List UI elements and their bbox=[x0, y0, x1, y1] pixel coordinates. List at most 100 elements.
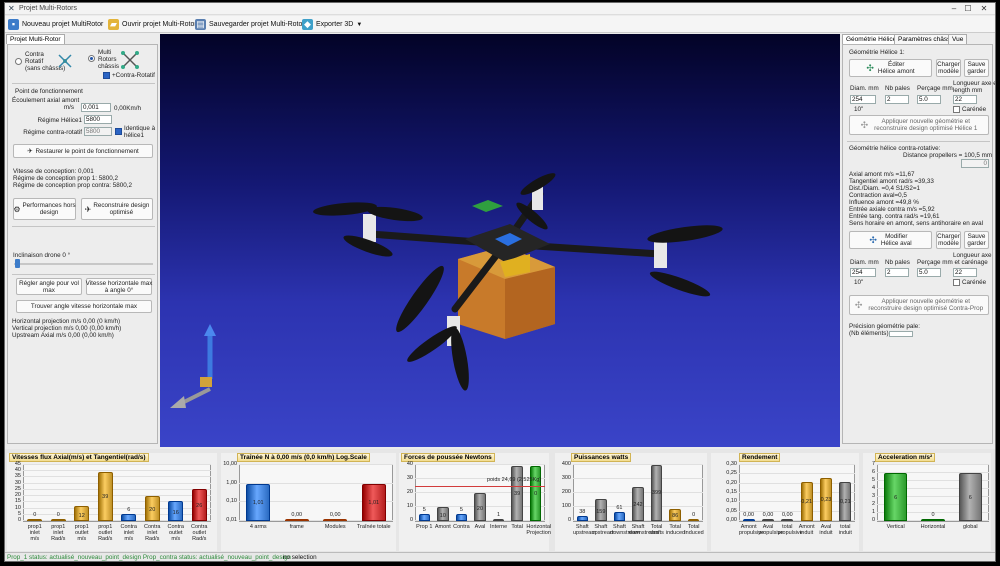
contra-rotatif-checkbox[interactable] bbox=[103, 72, 110, 79]
bar-value-label: 5 bbox=[422, 507, 426, 513]
editer-helice-amont-button[interactable]: ✣ Éditer Hélice amont bbox=[849, 59, 932, 77]
info-line: Dist./Diam. =0,4 S1/S2=1 bbox=[849, 185, 921, 192]
nb-pales-label: Nb pales bbox=[885, 85, 910, 92]
trouver-angle-button[interactable]: Trouver angle vitesse horizontale max bbox=[16, 300, 152, 313]
open-project-button[interactable]: ▰ Ouvrir projet Multi-Rotors bbox=[108, 18, 200, 31]
modifier-helice-aval-button[interactable]: ✣ Modifier Hélice aval bbox=[849, 231, 932, 249]
regime-contra-input[interactable]: 5800 bbox=[84, 127, 112, 136]
radio-contra-rotatif[interactable] bbox=[15, 58, 22, 65]
x-tick-label: prop1 outlet Rad/s bbox=[98, 524, 113, 542]
contra-rotatif-check-label: +Contra-Rotatif bbox=[112, 72, 155, 79]
appliquer-geometrie-helice1-button[interactable]: ✣ Appliquer nouvelle géométrie et recons… bbox=[849, 115, 989, 135]
tab-projet-multirotor[interactable]: Projet Multi-Rotor bbox=[6, 34, 65, 44]
y-tick-label: 0,00 bbox=[726, 517, 737, 523]
vitesse-horizontale-button[interactable]: Vitesse horizontale max à angle 0° bbox=[86, 278, 152, 295]
carenee-checkbox[interactable] bbox=[953, 106, 960, 113]
chart-bar bbox=[455, 514, 468, 521]
status-bar: Prop_1 status: actualisé_nouveau_point_d… bbox=[5, 552, 995, 561]
folder-icon: ▰ bbox=[108, 19, 119, 30]
chart-annotation: poids 24,69 (2,525Kg) bbox=[487, 477, 542, 483]
charger-modele-button[interactable]: Charger modèle bbox=[936, 59, 961, 77]
chart-bar bbox=[921, 519, 945, 521]
nb-pales-input[interactable]: 2 bbox=[885, 95, 909, 104]
diam2-input[interactable]: 254 bbox=[850, 268, 876, 277]
tab-vue[interactable]: Vue bbox=[948, 34, 968, 44]
geometrie-helice1-title: Géométrie Hélice 1: bbox=[849, 49, 905, 56]
regime-conception-contra: Régime de conception prop contra: 5800,2 bbox=[13, 182, 133, 189]
prop-right-lower bbox=[649, 271, 711, 297]
charger-modele-2-button[interactable]: Charger modèle bbox=[936, 231, 961, 249]
x-tick-label: Contra inlet Rad/s bbox=[143, 524, 161, 542]
y-tick-label: 0,25 bbox=[726, 470, 737, 477]
distance-input[interactable]: 0 bbox=[961, 159, 989, 168]
inclinaison-slider-track[interactable] bbox=[14, 263, 153, 265]
restore-point-button[interactable]: ✈ Restaurer le point de fonctionnement bbox=[13, 144, 153, 158]
precision-select[interactable] bbox=[889, 331, 913, 337]
nb-pales2-input[interactable]: 2 bbox=[885, 268, 909, 277]
minimize-button[interactable]: – bbox=[947, 4, 961, 13]
x-tick-label: prop1 inlet m/s bbox=[27, 524, 42, 542]
chart-forces: Forces de poussée Newtons 40 30 20 10 0 5 Prop… bbox=[399, 453, 551, 551]
save-project-button[interactable]: ▤ Sauvegarder projet Multi-Rotors bbox=[195, 18, 308, 31]
origin-marker bbox=[200, 377, 212, 387]
y-tick-label: 7 bbox=[871, 461, 875, 467]
ecoulement-input[interactable]: 0,001 bbox=[81, 103, 111, 112]
carenee2-checkbox[interactable] bbox=[953, 279, 960, 286]
new-project-button[interactable]: ▪ Nouveau projet MultiRotor bbox=[8, 18, 103, 31]
propeller-apply-icon: ✣ bbox=[854, 299, 863, 310]
x-tick-label: Shaft downstream bbox=[610, 524, 641, 536]
reconstruire-design-button[interactable]: ✈ Reconstruire design optimisé bbox=[81, 198, 153, 220]
chart-bar bbox=[576, 515, 589, 521]
close-button[interactable]: ✕ bbox=[977, 4, 991, 13]
x-tick-label: total induit bbox=[838, 524, 852, 536]
y-tick-label: 100 bbox=[561, 503, 571, 509]
diam-inch: 10" bbox=[854, 106, 864, 113]
x-tick-label: Amont propulsive bbox=[739, 524, 765, 536]
regler-angle-button[interactable]: Régler angle pour vol max bbox=[16, 278, 82, 295]
x-axis-arrow bbox=[170, 396, 186, 408]
longueur2-input[interactable]: 22 bbox=[953, 268, 977, 277]
performances-hors-design-button[interactable]: ⚙ Performances hors design bbox=[13, 198, 76, 220]
gridline bbox=[239, 464, 393, 465]
chart-bar bbox=[121, 513, 137, 521]
x-tick-label: Interne bbox=[490, 524, 508, 530]
percage-input[interactable]: 5.0 bbox=[917, 95, 941, 104]
identique-checkbox[interactable] bbox=[115, 128, 122, 135]
inclinaison-label: Inclinaison drone 0 ° bbox=[13, 252, 71, 259]
bar-value-label: 0,00 bbox=[291, 512, 303, 518]
x-tick-label: prop1 inlet Rad/s bbox=[51, 524, 66, 542]
appliquer-geometrie-contra-button[interactable]: ✣ Appliquer nouvelle géométrie et recons… bbox=[849, 295, 989, 315]
x-tick-label: prop1 outlet m/s bbox=[74, 524, 89, 542]
y-tick-label: 1 bbox=[871, 509, 875, 515]
x-tick-label: Contra outlet m/s bbox=[167, 524, 184, 542]
y-tick-label: 2 bbox=[871, 501, 875, 507]
prop-right-blade bbox=[647, 225, 723, 243]
regime-helice1-input[interactable]: 5800 bbox=[84, 115, 112, 124]
bar-value-label: 0 bbox=[692, 512, 696, 518]
bar-value-label: 242 bbox=[633, 502, 643, 509]
longueur-input[interactable]: 22 bbox=[953, 95, 977, 104]
y-tick-label: 20 bbox=[14, 492, 21, 499]
chart-title: Traînée N à 0,00 m/s (0,0 km/h) Log.Scal… bbox=[237, 453, 370, 462]
sauvegarder-2-button[interactable]: Sauve garder bbox=[964, 231, 989, 249]
radio-multi-rotors[interactable] bbox=[88, 55, 95, 62]
diam-input[interactable]: 254 bbox=[850, 95, 876, 104]
maximize-button[interactable]: ☐ bbox=[961, 4, 975, 13]
chart-bar bbox=[687, 519, 700, 521]
chart-bar bbox=[742, 519, 755, 521]
sauvegarder-button[interactable]: Sauve garder bbox=[964, 59, 989, 77]
propeller-edit-icon: ✣ bbox=[866, 62, 874, 73]
app-window: ✕ Projet Multi-Rotors – ☐ ✕ ▪ Nouveau pr… bbox=[4, 2, 996, 562]
gridline bbox=[739, 464, 855, 465]
x-tick-label: Modules bbox=[324, 524, 346, 530]
3d-viewport[interactable] bbox=[160, 34, 840, 447]
percage2-input[interactable]: 5.0 bbox=[917, 268, 941, 277]
charts-strip: Vitesses flux Axial(m/s) et Tangentiel(r… bbox=[5, 449, 995, 553]
x-tick-label: Amont induit bbox=[798, 524, 815, 536]
y-tick-label: 0,20 bbox=[726, 479, 737, 486]
motor-left bbox=[363, 214, 376, 242]
export-3d-button[interactable]: ◆ Exporter 3D ▼ bbox=[302, 18, 362, 31]
y-tick-label: 0,30 bbox=[726, 461, 737, 467]
inclinaison-slider-thumb[interactable] bbox=[15, 259, 20, 268]
right-panel: Géométrie Hélices Paramètres châssis Vue… bbox=[840, 34, 995, 447]
